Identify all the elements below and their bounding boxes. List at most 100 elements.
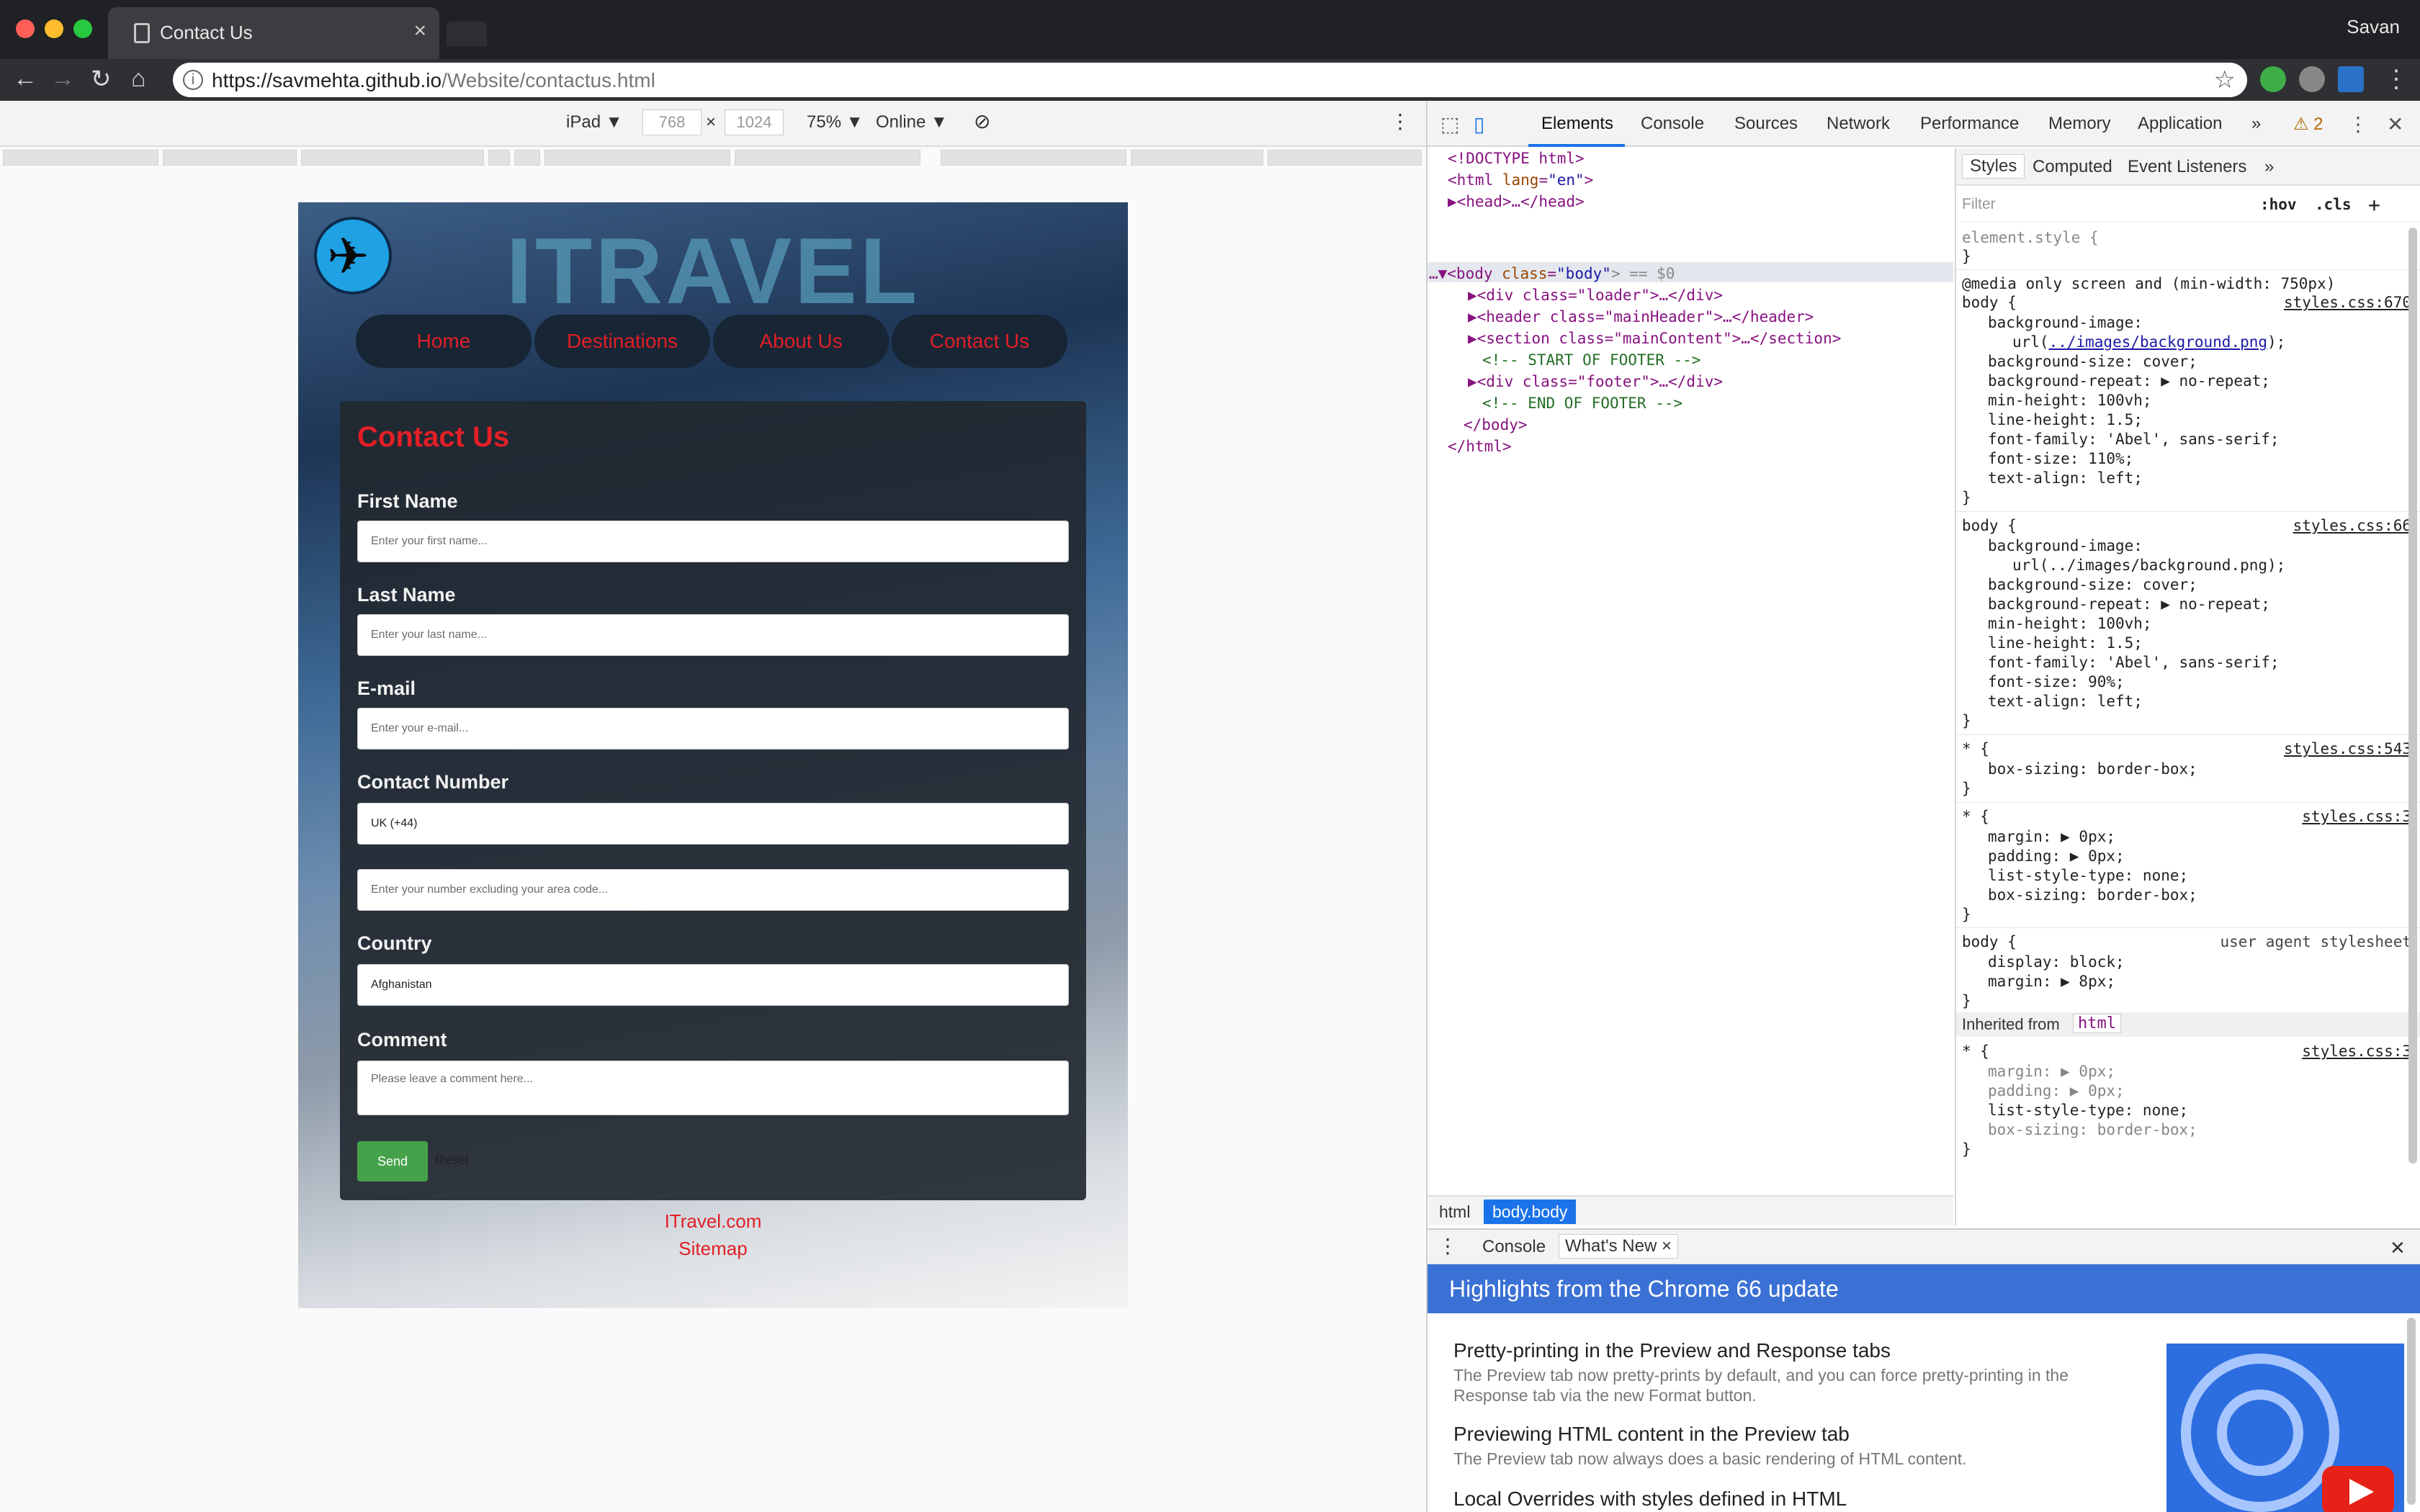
css-value[interactable]: url(../images/background.png); [2012,333,2285,351]
css-property[interactable]: font-family: 'Abel', sans-serif; [1988,431,2280,448]
browser-tab-contact-us[interactable]: Contact Us × [108,7,439,59]
dom-head[interactable]: ▶<head>…</head> [1448,193,1585,210]
nav-contact-us[interactable]: Contact Us [892,315,1067,368]
css-property[interactable]: min-height: 100vh; [1988,392,2152,409]
network-select[interactable]: Online ▼ [876,112,948,132]
home-icon[interactable]: ⌂ [131,65,146,93]
reload-icon[interactable]: ↻ [91,65,112,94]
footer-sitemap-link[interactable]: Sitemap [298,1238,1128,1260]
tab-console[interactable]: Console [1641,114,1704,134]
css-property-overridden[interactable]: box-sizing: border-box; [1988,886,2197,904]
back-arrow-icon[interactable]: ← [13,65,37,93]
nav-home[interactable]: Home [356,315,532,368]
drawer-scrollbar[interactable] [2407,1318,2416,1505]
inherited-tag[interactable]: html [2073,1014,2121,1033]
more-tabs-icon[interactable]: » [2251,114,2261,134]
css-value-overridden[interactable]: url(../images/background.png); [2012,557,2285,574]
tab-application[interactable]: Application [2138,114,2222,134]
css-property-overridden[interactable]: background-repeat: ▶ no-repeat; [1988,595,2270,613]
contact-number-input[interactable]: Enter your number excluding your area co… [357,869,1069,911]
country-code-select[interactable]: UK (+44) [357,803,1069,845]
source-link[interactable]: styles.css:543 [2284,740,2411,757]
css-property-overridden[interactable]: text-align: left; [1988,693,2143,710]
styles-more-icon[interactable]: » [2264,157,2274,177]
hov-toggle[interactable]: :hov [2260,196,2297,213]
dom-section[interactable]: ▶<section class="mainContent">…</section… [1468,330,1841,347]
chrome-update-video-thumbnail[interactable] [2166,1344,2404,1512]
extension-green-icon[interactable] [2260,66,2286,92]
inspect-element-icon[interactable]: ⬚ [1440,112,1459,136]
media-query-segment[interactable] [514,150,540,166]
css-property[interactable]: font-size: 110%; [1988,450,2133,467]
dom-div-loader[interactable]: ▶<div class="loader">…</div> [1468,287,1723,304]
css-property-overridden[interactable]: background-size: cover; [1988,576,2197,593]
profile-name[interactable]: Savan [2347,16,2400,38]
country-select[interactable]: Afghanistan [357,964,1069,1006]
css-property-overridden[interactable]: min-height: 100vh; [1988,615,2152,632]
styles-scrollbar[interactable] [2408,228,2417,1164]
devtools-menu-icon[interactable]: ⋮ [2348,112,2368,136]
rotate-icon[interactable]: ⊘ [974,109,990,133]
youtube-play-icon[interactable] [2322,1466,2394,1512]
media-query-segment[interactable] [735,150,920,166]
tab-sources[interactable]: Sources [1734,114,1798,134]
drawer-close-icon[interactable]: ✕ [2390,1237,2406,1259]
rule-selector[interactable]: body { [1962,294,2017,311]
source-link[interactable]: styles.css:66 [2293,517,2411,534]
media-query-segment[interactable] [163,150,297,166]
media-query-segment[interactable] [941,150,1126,166]
chrome-menu-icon[interactable]: ⋮ [2384,65,2408,94]
tab-elements[interactable]: Elements [1541,114,1613,134]
height-input[interactable]: 1024 [725,109,784,135]
media-query-segment[interactable] [301,150,484,166]
dom-body-close[interactable]: </body> [1464,416,1528,433]
drawer-tab-whats-new[interactable]: What's New × [1559,1234,1678,1259]
css-property-inherited[interactable]: margin: ▶ 0px; [1988,1063,2115,1080]
address-bar[interactable]: i https://savmehta.github.io/Website/con… [173,63,2247,97]
tab-close-icon[interactable]: × [413,19,426,43]
warnings-badge[interactable]: ⚠ 2 [2293,114,2323,135]
drawer-menu-icon[interactable]: ⋮ [1438,1234,1458,1258]
whats-new-item-title[interactable]: Local Overrides with styles defined in H… [1453,1488,1847,1511]
add-rule-icon[interactable]: + [2368,193,2380,217]
css-property-overridden[interactable]: line-height: 1.5; [1988,634,2143,652]
css-property[interactable]: box-sizing: border-box; [1988,760,2197,778]
source-link[interactable]: styles.css:3 [2302,808,2411,825]
source-link[interactable]: styles.css:670 [2284,294,2411,311]
css-property[interactable]: background-image: [1988,314,2143,331]
send-button[interactable]: Send [357,1141,428,1182]
css-property[interactable]: background-repeat: ▶ no-repeat; [1988,372,2270,390]
devtools-close-icon[interactable]: ✕ [2387,112,2403,136]
css-property-overridden[interactable]: margin: ▶ 8px; [1988,973,2115,990]
device-more-icon[interactable]: ⋮ [1390,109,1410,133]
comment-textarea[interactable]: Please leave a comment here... [357,1061,1069,1115]
breadcrumb-body[interactable]: body.body [1484,1200,1577,1224]
info-icon[interactable]: i [183,70,203,90]
css-property[interactable]: background-size: cover; [1988,353,2197,370]
css-property-overridden[interactable]: font-size: 90%; [1988,673,2125,690]
forward-arrow-icon[interactable]: → [50,65,75,93]
media-query-segment[interactable] [488,150,510,166]
nav-destinations[interactable]: Destinations [534,315,710,368]
cls-toggle[interactable]: .cls [2315,196,2352,213]
tab-network[interactable]: Network [1827,114,1890,134]
css-property[interactable]: list-style-type: none; [1988,867,2188,884]
css-property[interactable]: text-align: left; [1988,469,2143,487]
rule-selector[interactable]: body { [1962,933,2017,950]
tab-computed[interactable]: Computed [2033,157,2112,177]
first-name-input[interactable]: Enter your first name... [357,521,1069,562]
dom-div-footer[interactable]: ▶<div class="footer">…</div> [1468,373,1723,390]
css-property-overridden[interactable]: list-style-type: none; [1988,1102,2188,1119]
css-property[interactable]: line-height: 1.5; [1988,411,2143,428]
device-select[interactable]: iPad ▼ [566,112,622,132]
extension-w-icon[interactable] [2299,66,2325,92]
dom-html-close[interactable]: </html> [1448,438,1512,455]
media-query-segment[interactable] [544,150,730,166]
css-property[interactable]: display: block; [1988,953,2125,971]
tab-memory[interactable]: Memory [2048,114,2111,134]
whats-new-item-title[interactable]: Pretty-printing in the Preview and Respo… [1453,1339,1891,1362]
css-property-inherited[interactable]: box-sizing: border-box; [1988,1121,2197,1138]
tab-styles[interactable]: Styles [1962,154,2025,179]
css-property[interactable]: padding: ▶ 0px; [1988,847,2125,865]
dom-comment-end[interactable]: <!-- END OF FOOTER --> [1482,395,1682,412]
